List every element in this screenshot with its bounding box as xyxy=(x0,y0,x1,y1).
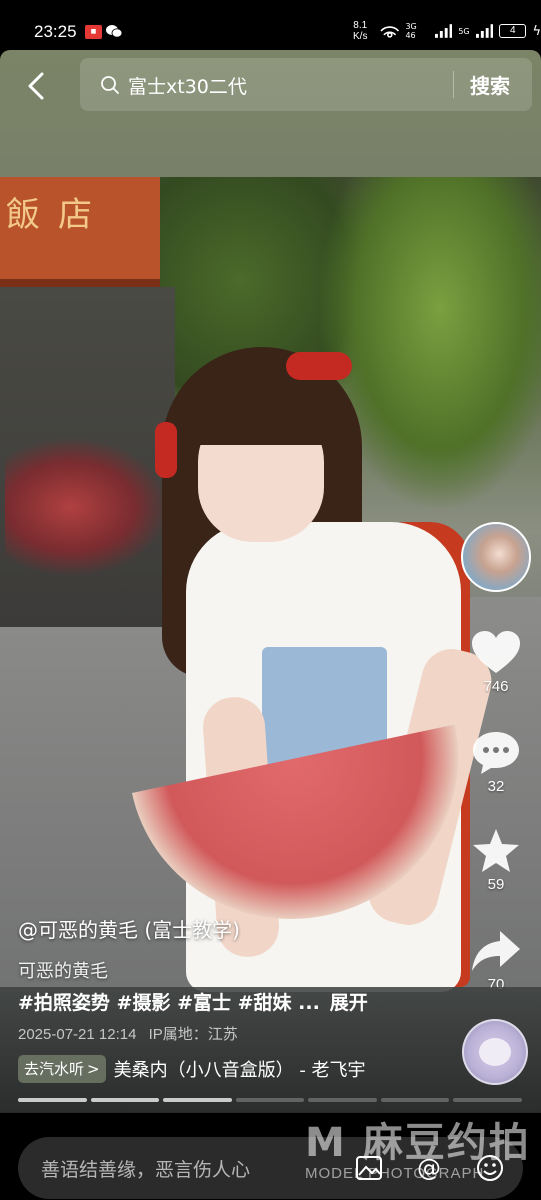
scooter xyxy=(5,437,170,577)
progress-segment xyxy=(18,1098,87,1102)
like-button[interactable]: 746 xyxy=(456,630,536,695)
music-cover-art xyxy=(479,1038,511,1066)
watermark-logo: M 麻豆约拍 MODEL PHOTOGRAPH xyxy=(305,1110,535,1200)
heart-icon xyxy=(472,631,520,673)
hair-bow-right xyxy=(286,352,352,380)
signal-label-2: 5G xyxy=(458,26,470,36)
comment-button[interactable]: 32 xyxy=(456,730,536,795)
network-speed: 8.1 K/s xyxy=(353,20,367,42)
comment-placeholder: 善语结善缘，恶言伤人心 xyxy=(41,1159,251,1181)
hotspot-icon xyxy=(380,26,400,38)
search-divider xyxy=(453,71,454,98)
progress-segment xyxy=(163,1098,232,1102)
author-subname: 可恶的黄毛 xyxy=(18,961,108,982)
signal-label-1: 3G 46 xyxy=(405,22,417,40)
author-handle[interactable]: @可恶的黄毛 (富士教学) xyxy=(18,914,240,943)
search-input[interactable]: 富士xt30二代 搜索 xyxy=(80,58,532,111)
hair-bow-left xyxy=(155,422,177,478)
favorite-button[interactable]: 59 xyxy=(456,828,536,893)
progress-segment xyxy=(235,1098,305,1102)
signal-icon-2 xyxy=(475,24,494,38)
post-meta: 2025-07-21 12:14 IP属地：江苏 xyxy=(18,1023,238,1044)
progress-segment xyxy=(90,1098,160,1102)
status-time: 23:25 xyxy=(34,22,77,41)
battery-icon: 4 xyxy=(499,24,527,38)
favorite-count: 59 xyxy=(487,876,505,893)
comment-count: 32 xyxy=(487,778,505,795)
watermark-main: M 麻豆约拍 xyxy=(305,1120,531,1166)
star-icon xyxy=(473,829,519,872)
comment-icon xyxy=(473,732,519,774)
wechat-icon xyxy=(106,25,122,38)
share-button[interactable]: 70 xyxy=(456,928,536,993)
search-query: 富士xt30二代 xyxy=(128,76,247,98)
post-date: 2025-07-21 12:14 xyxy=(18,1026,137,1043)
share-arrow-icon xyxy=(472,931,520,971)
like-count: 746 xyxy=(483,678,509,695)
hashtag-text: #拍照姿势 #摄影 #富士 #甜妹 ... xyxy=(18,992,320,1014)
progress-segment xyxy=(308,1098,377,1102)
author-avatar[interactable] xyxy=(461,522,531,592)
progress-segment xyxy=(380,1098,450,1102)
news-app-icon: ■ xyxy=(85,25,102,39)
status-icons: 3G 46 5G 4 ϟ xyxy=(380,22,541,40)
chevron-right-icon: > xyxy=(87,1060,100,1078)
image-progress xyxy=(18,1098,523,1102)
network-speed-value: 8.1 xyxy=(353,20,368,31)
charging-icon: ϟ xyxy=(532,23,541,39)
progress-segment xyxy=(453,1098,523,1102)
listen-on-qishui-button[interactable]: 去汽水听 > xyxy=(18,1055,106,1083)
music-row[interactable]: 去汽水听 > 美桑内（小八音盒版） - 老飞宇 xyxy=(18,1054,366,1084)
network-speed-unit: K/s xyxy=(353,31,368,42)
info-panel: #拍照姿势 #摄影 #富士 #甜妹 ... 展开 2025-07-21 12:14… xyxy=(0,987,541,1113)
search-header: 富士xt30二代 搜索 xyxy=(0,50,541,177)
music-title: 美桑内（小八音盒版） - 老飞宇 xyxy=(113,1060,366,1081)
shop-sign: 飯店 xyxy=(0,177,160,287)
back-button[interactable] xyxy=(20,68,56,104)
music-disc[interactable] xyxy=(462,1019,528,1085)
expand-button[interactable]: 展开 xyxy=(330,992,368,1014)
search-icon xyxy=(101,76,119,94)
search-button[interactable]: 搜索 xyxy=(470,70,510,99)
listen-chip-label: 去汽水听 xyxy=(24,1060,85,1078)
hashtags[interactable]: #拍照姿势 #摄影 #富士 #甜妹 ... 展开 xyxy=(18,988,368,1015)
signal-icon xyxy=(434,24,453,38)
watermark-sub: MODEL PHOTOGRAPH xyxy=(305,1165,485,1182)
ip-location: IP属地：江苏 xyxy=(148,1026,238,1043)
shop-sign-text: 飯店 xyxy=(6,195,110,235)
